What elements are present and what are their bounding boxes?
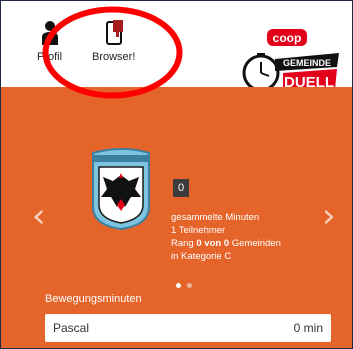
category-label: in Kategorie C (171, 251, 232, 262)
rank-line: Rang 0 von 0 Gemeinden (171, 237, 281, 250)
profile-icon (41, 21, 58, 45)
rank-prefix: Rang (171, 238, 197, 249)
app-frame: Profil Browser! coop GEMEINDE DUELL ‹ › … (0, 0, 353, 349)
score-value: 0 (173, 179, 189, 197)
community-panel: ‹ › 0 gesammelte Minuten 1 Teilnehmer Ra… (1, 87, 352, 348)
carousel-indicator (176, 283, 192, 288)
participant-name: Pascal (53, 321, 90, 335)
rank-mid: von (201, 238, 224, 249)
minutes-label: gesammelte Minuten (171, 212, 260, 223)
stats-info: gesammelte Minuten 1 Teilnehmer Rang 0 v… (171, 211, 281, 263)
logo-brand: coop (273, 31, 302, 45)
list-item[interactable]: Pascal 0 min (45, 314, 331, 342)
participants-count: 1 Teilnehmer (171, 225, 226, 236)
top-bar: Profil Browser! coop GEMEINDE DUELL (1, 1, 352, 92)
previous-arrow-icon[interactable]: ‹ (32, 199, 46, 233)
participant-minutes: 0 min (293, 321, 323, 335)
nav-profile-label: Profil (37, 51, 63, 63)
coat-of-arms-badge (92, 148, 150, 231)
rank-suffix: Gemeinden (229, 238, 281, 249)
logo-line1: GEMEINDE (283, 58, 331, 68)
carousel-dot[interactable] (187, 283, 192, 288)
nav-browser[interactable]: Browser! (92, 19, 135, 63)
section-title: Bewegungsminuten (45, 293, 142, 305)
carousel-dot-active[interactable] (176, 283, 181, 288)
browser-icon (105, 20, 123, 45)
next-arrow-icon[interactable]: › (322, 199, 336, 233)
nav-profile[interactable]: Profil (37, 19, 62, 63)
nav-browser-label: Browser! (92, 51, 136, 63)
